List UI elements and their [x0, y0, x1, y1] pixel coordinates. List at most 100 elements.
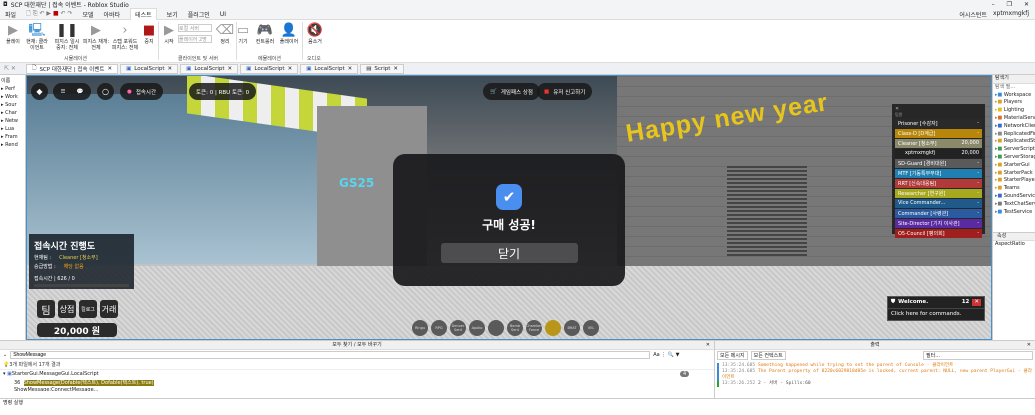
tab-localscript[interactable]: ▣ LocalScript ✕ — [240, 63, 299, 74]
close-icon[interactable]: ✕ — [228, 66, 233, 72]
roblox-menu-button[interactable]: ◆ — [31, 83, 48, 100]
client-button[interactable]: 🖳 현재: 클라이언트 — [24, 23, 50, 51]
team-row[interactable]: xptmxmgkfj 20,000 — [895, 148, 982, 158]
explorer-item[interactable]: ▸■ MaterialService — [993, 115, 1035, 123]
resume-physics-button[interactable]: ▶ 피지스 재개: 전체 — [82, 23, 110, 51]
explorer-item[interactable]: ▸■ Teams — [993, 185, 1035, 193]
team-row[interactable]: SD-Guard [경비대원] - — [895, 158, 982, 168]
tab-localscript[interactable]: ▣ LocalScript ✕ — [300, 63, 359, 74]
close-icon[interactable]: ✕ — [393, 66, 398, 72]
tab-localscript[interactable]: ▣ LocalScript ✕ — [120, 63, 179, 74]
hotbar-slot[interactable] — [545, 320, 561, 336]
command-bar[interactable]: 명령 실행 — [0, 398, 1035, 407]
team-row[interactable]: Cleaner [청소부] 20,000 — [895, 138, 982, 148]
tab-pin-icon[interactable]: ⇱ ✕ — [4, 65, 24, 72]
team-row[interactable]: Commander [사령관] - — [895, 208, 982, 218]
hotbar-slot[interactable]: Denver Sent — [450, 320, 466, 336]
modal-close-button[interactable]: 닫기 — [440, 243, 578, 263]
user-menu[interactable]: xptmxmgkfj — [993, 10, 1029, 19]
players-select[interactable]: 플레이어 2명 — [178, 35, 212, 43]
tab-localscript[interactable]: ▣ LocalScript ✕ — [180, 63, 239, 74]
mute-button[interactable]: 🔇 음소거 — [302, 23, 328, 45]
team-button[interactable]: 팀 — [37, 300, 55, 318]
tab-script[interactable]: ▤ Script ✕ — [360, 63, 404, 74]
context-filter-select[interactable]: 모든 컨텍스트 — [750, 351, 786, 360]
explorer-filter[interactable]: 탐색 필... — [993, 84, 1035, 92]
team-row[interactable]: Vice Commander... - — [895, 198, 982, 208]
menu-avatar[interactable]: 아바타 — [104, 10, 121, 19]
team-row[interactable]: MTF [기동특무부대] - — [895, 168, 982, 178]
menu-ui[interactable]: UI — [220, 11, 226, 18]
player-button[interactable]: 👤 플레이어 — [276, 23, 302, 45]
explorer-item[interactable]: ▸■ StarterPack — [993, 170, 1035, 178]
explorer-item[interactable]: ▸■ Workspace — [993, 92, 1035, 100]
server-select[interactable]: 로컬 서버 — [178, 24, 212, 32]
explorer-item[interactable]: ▸■ StarterPlayer — [993, 177, 1035, 185]
report-user-button[interactable]: ■ 유저 신고하기 — [537, 83, 593, 100]
hotbar-slot[interactable]: Apollo — [469, 320, 485, 336]
trade-button[interactable]: 거래 — [100, 300, 118, 318]
close-window-button[interactable]: ✕ — [1024, 1, 1029, 8]
team-row[interactable]: Class-D [D계급] - — [895, 128, 982, 138]
hotbar-slot[interactable] — [488, 320, 504, 336]
chat-icon[interactable]: 💬 — [77, 89, 84, 95]
close-icon[interactable]: ✕ — [972, 299, 981, 306]
tree-item[interactable]: ▸ Work — [1, 93, 24, 101]
message-filter-select[interactable]: 모든 메시지 — [717, 351, 748, 360]
gamepass-shop-button[interactable]: 🛒 게임패스 상점 — [483, 83, 540, 100]
playtime-button[interactable]: ● 접속시간 — [120, 83, 164, 100]
tab-place[interactable]: 🗋 SCP 대한재단 | 접속 이벤트 ✕ — [26, 63, 119, 74]
result-file[interactable]: ▾ ▣StarterGui.MessageGui.LocalScript 4 — [0, 369, 714, 378]
hotbar-slot[interactable]: Chamber Fonce — [526, 320, 542, 336]
expand-icon[interactable]: ⌄ — [3, 352, 7, 358]
close-icon[interactable]: ✕ — [706, 341, 710, 350]
explorer-item[interactable]: ▸■ SoundService — [993, 193, 1035, 201]
killlog-button[interactable]: 킬로그 — [79, 300, 97, 318]
game-viewport[interactable]: Happy new year GS25 ◆ ☰ 💬 ○ ● 접속시간 토큰: 0 |… — [26, 75, 992, 340]
explorer-item[interactable]: ▸■ Lighting — [993, 107, 1035, 115]
property-aspectratio[interactable]: AspectRatio — [993, 241, 1035, 249]
tree-item[interactable]: ▸ Char — [1, 109, 24, 117]
explorer-item[interactable]: ▸■ Players — [993, 99, 1035, 107]
controller-button[interactable]: 🎮 컨트롤러 — [252, 23, 278, 45]
maximize-button[interactable]: ❐ — [1007, 1, 1012, 8]
output-search[interactable]: 필터... — [923, 351, 1033, 360]
welcome-notification[interactable]: ⛊ Welcome. 12 ✕ Click here for commands. — [887, 296, 985, 321]
team-row[interactable]: Prisoner [수감자] - — [895, 118, 982, 128]
result-line[interactable]: 36 ShowMessage(Dofable(텍스트), Dofable(텍스트… — [0, 378, 714, 387]
close-icon[interactable]: ✕ — [288, 66, 293, 72]
settings-button[interactable]: ○ — [97, 83, 114, 100]
hotbar-slot[interactable]: RPG — [431, 320, 447, 336]
team-row[interactable]: Site-Director [기지 이사관] - — [895, 218, 982, 228]
tree-item[interactable]: ▸ Sour — [1, 101, 24, 109]
result-line[interactable]: ShowMessage:ConnectMessage... — [0, 387, 714, 391]
explorer-item[interactable]: ▸■ StarterGui — [993, 162, 1035, 170]
explorer-item[interactable]: ▸■ ServerScriptService — [993, 146, 1035, 154]
close-icon[interactable]: ✕ — [1027, 341, 1031, 350]
menu-file[interactable]: 파일 — [5, 10, 16, 19]
find-input[interactable] — [10, 351, 651, 359]
tree-item[interactable]: ▸ Rend — [1, 141, 24, 149]
close-icon[interactable]: ✕ — [348, 66, 353, 72]
hotbar-slot[interactable]: VEL — [583, 320, 599, 336]
team-row[interactable]: Researcher [연구원] - — [895, 188, 982, 198]
hotbar-slot[interactable]: BRAT — [564, 320, 580, 336]
minimize-button[interactable]: – — [992, 1, 995, 8]
hotbar-slot[interactable]: Ringu — [412, 320, 428, 336]
menu-test[interactable]: 테스트 — [130, 8, 157, 20]
explorer-item[interactable]: ▸■ ReplicatedStorage — [993, 138, 1035, 146]
menu-plugins[interactable]: 플러그인 — [188, 10, 210, 19]
close-icon[interactable]: ✕ — [168, 66, 173, 72]
explorer-item[interactable]: ▸■ ReplicatedFirst — [993, 131, 1035, 139]
tree-item[interactable]: ▸ Fram — [1, 133, 24, 141]
team-row[interactable]: RRT [신속대응팀] - — [895, 178, 982, 188]
tree-item[interactable]: ▸ Netw — [1, 117, 24, 125]
assistant-button[interactable]: 어시스턴트 — [959, 10, 987, 19]
tree-item[interactable]: ▸ Perf — [1, 85, 24, 93]
play-button[interactable]: ▶ 플레이 — [0, 23, 26, 45]
menu-view[interactable]: 보기 — [167, 10, 178, 19]
shop-button[interactable]: 상점 — [58, 300, 76, 318]
close-icon[interactable]: ✕ — [107, 66, 112, 72]
explorer-item[interactable]: ▸■ TestService — [993, 209, 1035, 217]
hotbar-slot[interactable]: Bomb Sent — [507, 320, 523, 336]
